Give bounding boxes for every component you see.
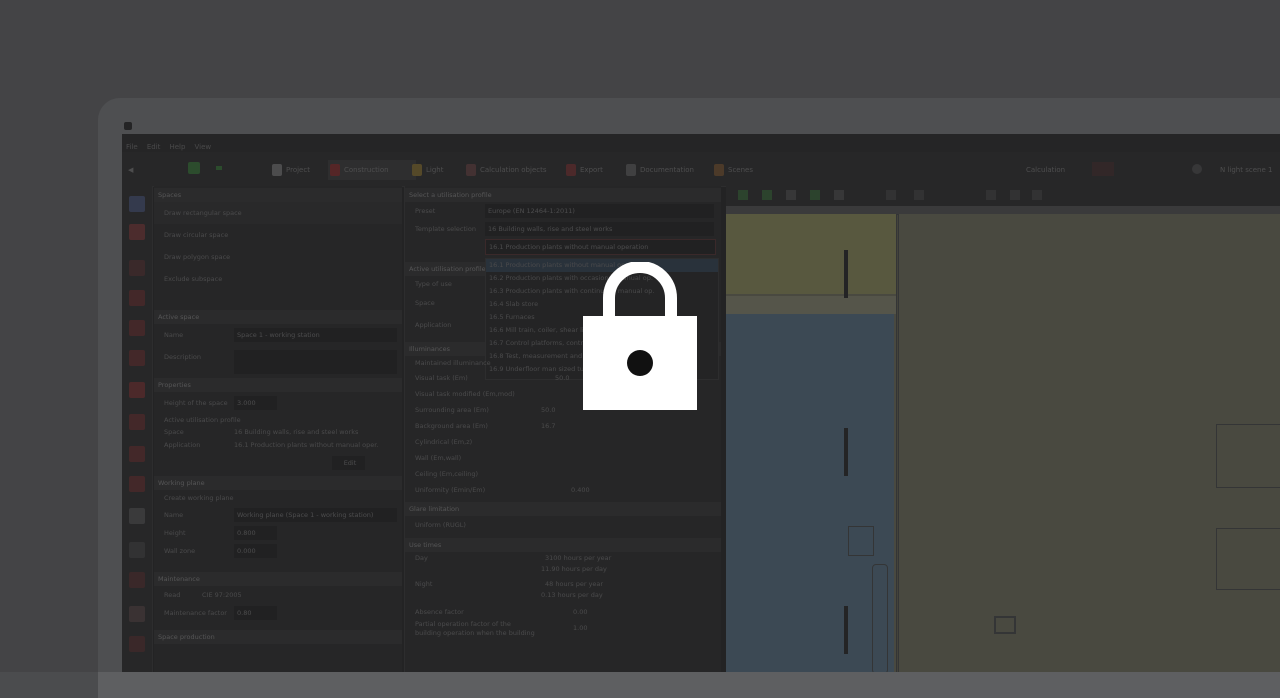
lock-icon [583, 262, 697, 410]
